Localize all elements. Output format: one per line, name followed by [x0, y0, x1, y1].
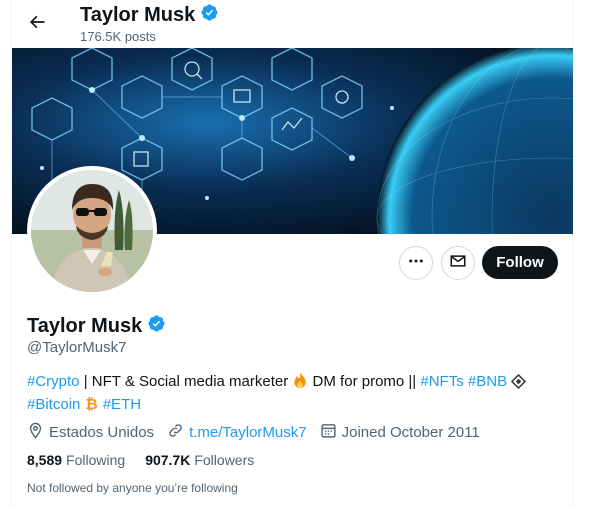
- profile-avatar[interactable]: [27, 166, 157, 296]
- joined-text: Joined October 2011: [341, 424, 480, 441]
- profile-bio: #Crypto | NFT & Social media marketer DM…: [27, 372, 557, 418]
- profile-link[interactable]: t.me/TaylorMusk7: [189, 424, 307, 441]
- follow-button[interactable]: Follow: [482, 246, 558, 279]
- hashtag-eth[interactable]: #ETH: [103, 396, 141, 413]
- hashtag-nfts[interactable]: #NFTs: [420, 373, 463, 390]
- following-link[interactable]: 8,589 Following: [27, 452, 125, 468]
- joined-item: Joined October 2011: [320, 422, 480, 443]
- location-item: Estados Unidos: [27, 422, 154, 443]
- following-count: 8,589: [27, 452, 63, 468]
- header-title: Taylor Musk: [80, 3, 219, 28]
- link-icon: [167, 422, 184, 443]
- message-button[interactable]: [441, 246, 475, 280]
- location-text: Estados Unidos: [49, 424, 155, 441]
- link-item[interactable]: t.me/TaylorMusk7: [167, 422, 307, 443]
- svg-text:₿: ₿: [85, 395, 97, 412]
- bio-text-2: DM for promo ||: [308, 373, 421, 390]
- bnb-emoji: [511, 373, 527, 395]
- mail-icon: [449, 252, 467, 275]
- verified-badge-icon: [200, 3, 219, 28]
- profile-name-row: Taylor Musk: [27, 314, 166, 339]
- more-button[interactable]: [399, 246, 433, 280]
- location-icon: [27, 422, 44, 443]
- followers-label: Followers: [194, 452, 255, 468]
- hashtag-crypto[interactable]: #Crypto: [27, 373, 80, 390]
- profile-name: Taylor Musk: [27, 315, 143, 337]
- following-label: Following: [66, 452, 126, 468]
- profile-handle: @TaylorMusk7: [27, 339, 127, 356]
- verified-badge-icon[interactable]: [147, 314, 166, 339]
- back-arrow-icon[interactable]: [26, 11, 48, 33]
- header-name: Taylor Musk: [80, 4, 196, 26]
- followers-link[interactable]: 907.7K Followers: [145, 452, 254, 468]
- calendar-icon: [320, 422, 337, 443]
- bio-text: | NFT & Social media marketer: [79, 373, 293, 390]
- followers-count: 907.7K: [145, 452, 191, 468]
- hashtag-bnb[interactable]: #BNB: [468, 373, 507, 390]
- more-icon: [407, 252, 425, 275]
- profile-meta: Estados Unidos t.me/TaylorMusk7 Joined O…: [27, 422, 493, 443]
- not-followed-note: Not followed by anyone you’re following: [27, 481, 238, 495]
- post-count: 176.5K posts: [80, 29, 156, 44]
- fire-emoji: [292, 372, 308, 395]
- bitcoin-emoji: ₿: [85, 395, 99, 418]
- follow-counts: 8,589 Following 907.7K Followers: [27, 452, 254, 468]
- hashtag-bitcoin[interactable]: #Bitcoin: [27, 396, 80, 413]
